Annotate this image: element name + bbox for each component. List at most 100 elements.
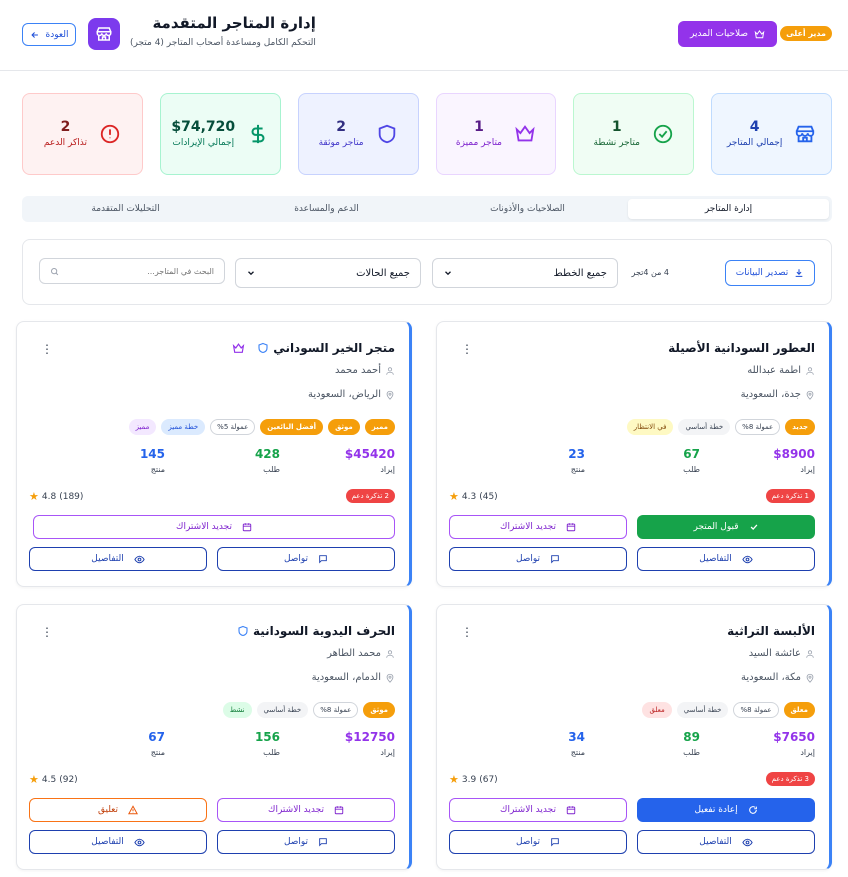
metric-value: 23 — [568, 447, 585, 461]
stat-value: 1 — [474, 118, 484, 135]
shield-icon — [257, 342, 269, 354]
search-icon — [50, 267, 59, 276]
store-location-text: الدمام، السعودية — [311, 672, 381, 683]
store-owner: عائشة السيد — [749, 648, 815, 659]
stats-row: 4 إجمالي المتاجر 1 متاجر نشطة 1 متاجر مم… — [22, 93, 832, 175]
review-count: (67) — [479, 774, 498, 785]
store-name: متجر الخير السوداني — [273, 341, 395, 355]
chevron-down-icon — [246, 268, 256, 278]
store-location: جدة، السعودية — [741, 389, 815, 400]
stat-active-stores: 1 متاجر نشطة — [573, 93, 695, 175]
metric-revenue: $7650 إيراد — [700, 730, 815, 757]
more-menu-icon[interactable]: ⋮ — [41, 343, 53, 355]
contact-label: تواصل — [283, 554, 309, 564]
stat-label: متاجر موثقة — [318, 137, 364, 148]
metric-label: منتج — [150, 748, 165, 757]
details-button[interactable]: التفاصيل — [29, 830, 207, 854]
store-metrics: $45420 إيراد 428 طلب 145 منتج — [15, 447, 395, 474]
store-name-row: متجر الخير السوداني — [232, 341, 395, 355]
stat-label: متاجر مميزة — [455, 137, 502, 148]
reactivate-button[interactable]: إعادة تفعيل — [637, 798, 815, 822]
more-menu-icon[interactable]: ⋮ — [461, 626, 473, 638]
metric-value: 156 — [254, 730, 280, 744]
tab-store-management[interactable]: إدارة المتاجر — [628, 199, 829, 219]
contact-label: تواصل — [515, 837, 541, 847]
store-location-text: جدة، السعودية — [740, 389, 801, 400]
stat-value: 4 — [749, 118, 760, 135]
message-icon — [318, 837, 328, 847]
commission-badge: عمولة 8% — [733, 702, 779, 719]
store-tags: مميز موثق أفضل البائعين عمولة 5% خطة ممي… — [128, 419, 395, 436]
rating-value: 4.5 — [41, 774, 57, 785]
star-icon: ★ — [29, 773, 39, 786]
contact-button[interactable]: تواصل — [217, 547, 395, 571]
tab-support[interactable]: الدعم والمساعدة — [226, 199, 427, 219]
metric-revenue: $45420 إيراد — [280, 447, 395, 474]
contact-button[interactable]: تواصل — [449, 830, 627, 854]
tab-analytics[interactable]: التحليلات المتقدمة — [25, 199, 226, 219]
store-tags: معلق عمولة 8% خطة أساسي معلق — [642, 702, 815, 719]
renew-subscription-button[interactable]: تجديد الاشتراك — [217, 798, 395, 822]
state-badge: في الانتظار — [626, 419, 674, 436]
calendar-icon — [566, 805, 576, 815]
review-count: (189) — [59, 491, 84, 502]
arrow-left-icon — [30, 30, 40, 40]
store-metrics: $7650 إيراد 89 طلب 34 منتج — [435, 730, 815, 757]
metric-label: إيراد — [380, 465, 395, 474]
tabs-bar: إدارة المتاجر الصلاحيات والأذونات الدعم … — [22, 196, 832, 222]
calendar-icon — [566, 522, 576, 532]
user-icon — [805, 366, 815, 376]
back-button[interactable]: العودة — [22, 23, 76, 46]
search-input[interactable] — [65, 266, 214, 276]
suspend-button[interactable]: تعليق — [29, 798, 207, 822]
map-pin-icon — [385, 673, 395, 683]
renew-subscription-button[interactable]: تجديد الاشتراك — [449, 515, 627, 539]
suspend-label: تعليق — [97, 805, 119, 815]
more-menu-icon[interactable]: ⋮ — [461, 343, 473, 355]
stat-value: 1 — [611, 118, 622, 135]
stat-featured-stores: 1 متاجر مميزة — [435, 93, 557, 175]
store-name: الحرف اليدوية السودانية — [252, 624, 395, 638]
tab-permissions[interactable]: الصلاحيات والأذونات — [427, 199, 628, 219]
store-owner: اطمة عبدالله — [747, 365, 815, 376]
details-label: التفاصيل — [91, 837, 124, 847]
renew-subscription-button[interactable]: تجديد الاشتراك — [33, 515, 395, 539]
status-badge: معلق — [783, 702, 815, 719]
check-icon — [749, 522, 759, 532]
renew-label: تجديد الاشتراك — [176, 522, 232, 532]
check-circle-icon — [652, 123, 674, 145]
contact-button[interactable]: تواصل — [217, 830, 395, 854]
status-select[interactable]: جميع الحالات — [235, 258, 421, 288]
stat-label: إجمالي الإيرادات — [172, 137, 235, 148]
metric-value: $7650 — [773, 730, 815, 744]
stat-label: إجمالي المتاجر — [726, 137, 783, 148]
tickets-badge: 1 تذكرة دعم — [765, 489, 815, 503]
crown-icon — [514, 123, 536, 145]
refresh-icon — [748, 805, 758, 815]
store-name-row: الحرف اليدوية السودانية — [237, 624, 395, 638]
more-menu-icon[interactable]: ⋮ — [41, 626, 53, 638]
details-button[interactable]: التفاصيل — [637, 830, 815, 854]
export-data-button[interactable]: تصدير البيانات — [725, 260, 815, 286]
metric-products: 23 منتج — [470, 447, 585, 474]
reactivate-label: إعادة تفعيل — [694, 805, 738, 815]
store-owner-name: محمد الطاهر — [327, 648, 381, 659]
contact-button[interactable]: تواصل — [449, 547, 627, 571]
message-icon — [550, 837, 560, 847]
page-subtitle: التحكم الكامل ومساعدة أصحاب المتاجر (4 م… — [130, 38, 316, 48]
filters-panel: تصدير البيانات 4 من 4تجر جميع الخطط جميع… — [22, 239, 832, 305]
title-block: إدارة المتاجر المتقدمة التحكم الكامل ومس… — [130, 14, 316, 48]
details-button[interactable]: التفاصيل — [29, 547, 207, 571]
plans-select[interactable]: جميع الخطط — [432, 258, 618, 288]
admin-permissions-button[interactable]: صلاحيات المدير — [678, 21, 777, 47]
metric-label: طلب — [683, 748, 700, 757]
map-pin-icon — [805, 673, 815, 683]
eye-icon — [134, 554, 145, 565]
calendar-icon — [334, 805, 344, 815]
details-button[interactable]: التفاصيل — [637, 547, 815, 571]
star-icon: ★ — [29, 490, 39, 503]
renew-subscription-button[interactable]: تجديد الاشتراك — [449, 798, 627, 822]
accept-store-button[interactable]: قبول المتجر — [637, 515, 815, 539]
stat-support-tickets: 2 تذاكر الدعم — [22, 93, 143, 175]
alert-circle-icon — [99, 123, 121, 145]
